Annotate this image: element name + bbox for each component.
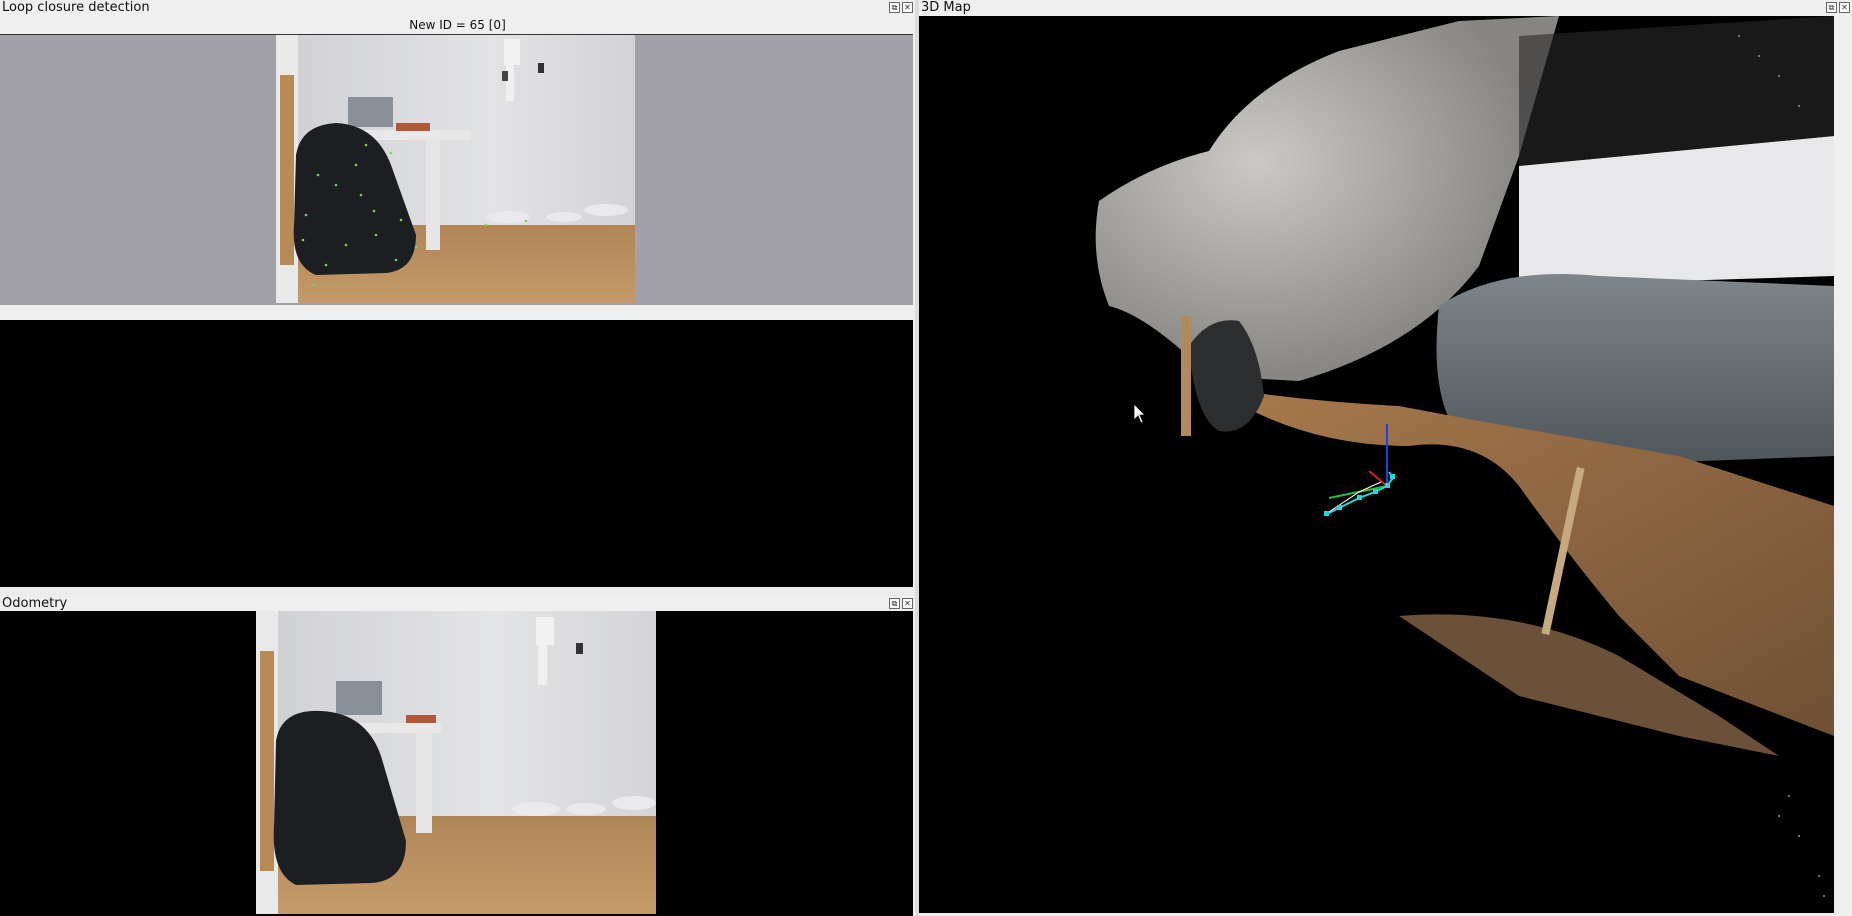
float-icon[interactable]: ⧉ [889, 598, 900, 609]
odometry-frame-image [256, 611, 656, 914]
current-frame-image [276, 35, 635, 303]
3d-map-dock: 3D Map ⧉ ✕ [919, 0, 1852, 916]
odometry-dock-buttons: ⧉ ✕ [889, 598, 913, 609]
3d-map-title: 3D Map [921, 0, 971, 15]
3d-map-viewport[interactable] [919, 16, 1834, 913]
odometry-title: Odometry [2, 596, 68, 611]
odometry-dock: Odometry ⧉ ✕ [0, 596, 915, 916]
loop-closure-dock-buttons: ⧉ ✕ [889, 2, 913, 13]
new-id-label: New ID = 65 [0] [409, 18, 506, 32]
mouse-cursor-icon [1133, 403, 1146, 424]
loop-closure-title: Loop closure detection [2, 0, 150, 15]
point-cloud-render [1095, 16, 1834, 897]
loop-closure-match-view[interactable] [0, 320, 913, 587]
float-icon[interactable]: ⧉ [1826, 2, 1837, 13]
close-icon[interactable]: ✕ [1839, 2, 1850, 13]
loop-closure-dock: Loop closure detection ⧉ ✕ New ID = 65 [… [0, 0, 915, 587]
3d-map-dock-buttons: ⧉ ✕ [1826, 2, 1850, 13]
close-icon[interactable]: ✕ [902, 2, 913, 13]
loop-closure-image-view[interactable] [0, 34, 913, 305]
close-icon[interactable]: ✕ [902, 598, 913, 609]
odometry-image-view[interactable] [0, 611, 913, 916]
float-icon[interactable]: ⧉ [889, 2, 900, 13]
